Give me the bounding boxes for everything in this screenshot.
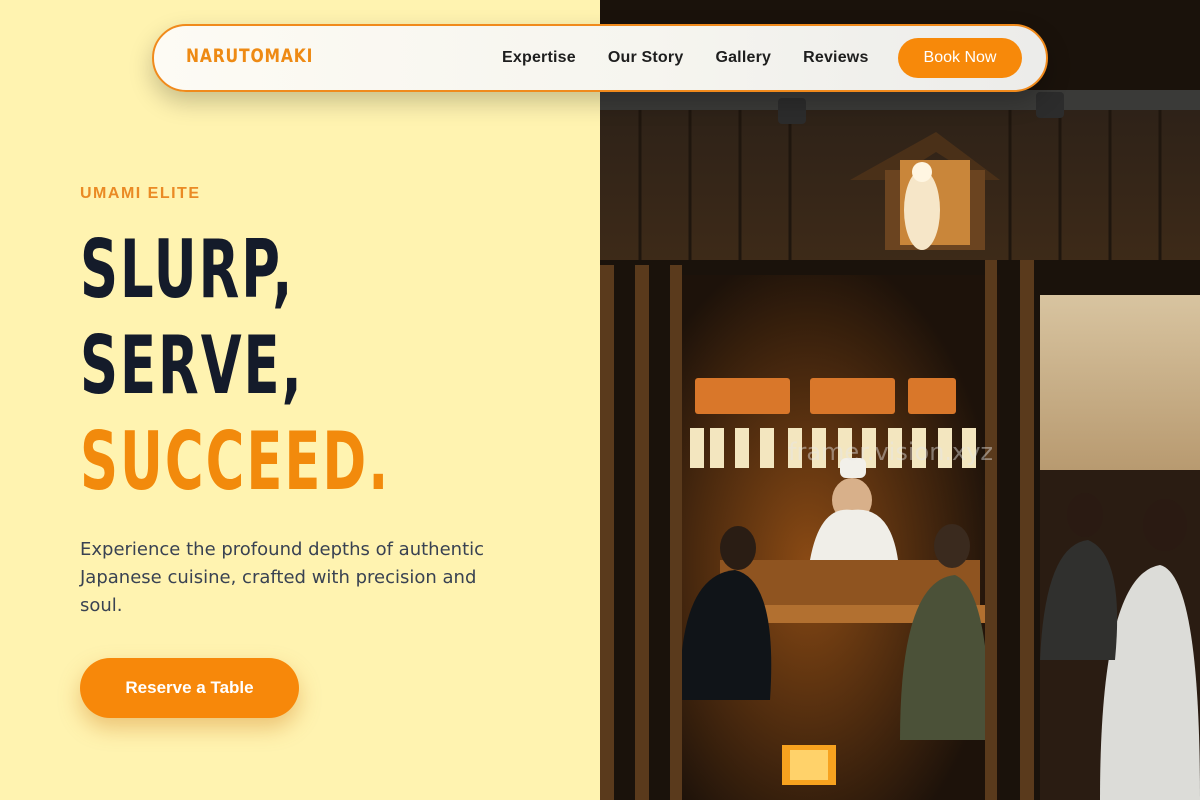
- restaurant-photo-illustration: [600, 0, 1200, 800]
- nav-link-gallery[interactable]: Gallery: [715, 49, 771, 67]
- brand-logo[interactable]: NARUTOMAKI: [186, 45, 313, 67]
- book-now-button[interactable]: Book Now: [898, 38, 1022, 78]
- nav-link-expertise[interactable]: Expertise: [502, 49, 576, 67]
- headline-line-1: SLURP,: [80, 223, 295, 316]
- nav-link-reviews[interactable]: Reviews: [803, 49, 868, 67]
- hero-left-panel: UMAMI ELITE SLURP, SERVE, SUCCEED. Exper…: [0, 0, 600, 800]
- headline-line-2: SERVE,: [80, 319, 304, 412]
- nav-links: Expertise Our Story Gallery Reviews: [502, 26, 901, 90]
- top-navbar: NARUTOMAKI Expertise Our Story Gallery R…: [152, 24, 1048, 92]
- hero-description: Experience the profound depths of authen…: [80, 539, 485, 616]
- hero-headline: SLURP, SERVE, SUCCEED.: [80, 222, 390, 510]
- hero-eyebrow: UMAMI ELITE: [80, 185, 201, 202]
- headline-line-3: SUCCEED.: [80, 415, 391, 508]
- image-watermark: framer.vision.xyz: [788, 438, 994, 466]
- restaurant-interior-photo: [600, 0, 1200, 800]
- nav-link-our-story[interactable]: Our Story: [608, 49, 684, 67]
- reserve-table-button[interactable]: Reserve a Table: [80, 658, 299, 718]
